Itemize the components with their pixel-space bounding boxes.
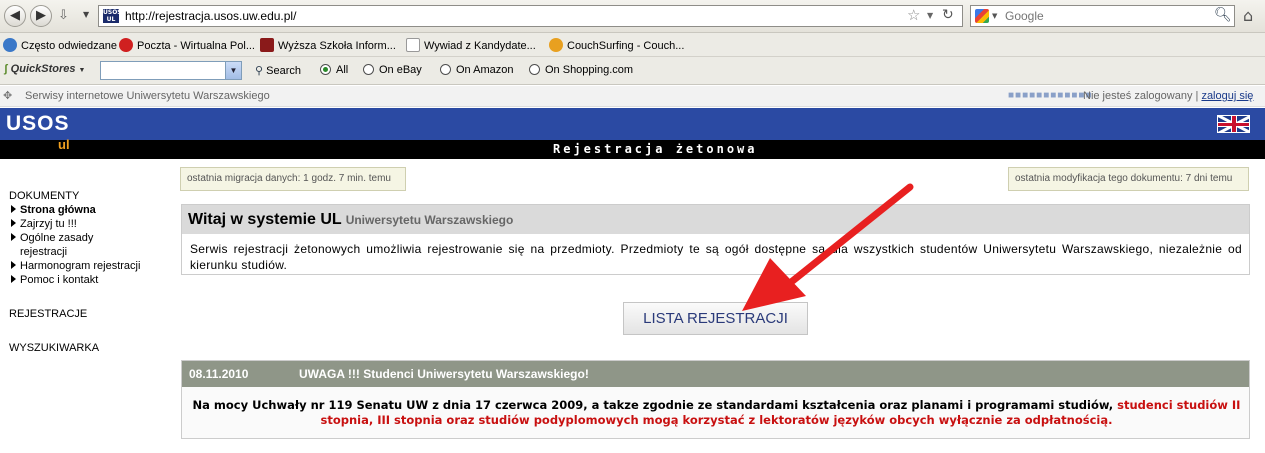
welcome-text: Serwis rejestracji żetonowych umożliwia … bbox=[190, 242, 1242, 272]
bookmark-item[interactable]: Poczta - Wirtualna Pol... bbox=[119, 38, 255, 52]
triangle-right-icon bbox=[11, 275, 16, 283]
welcome-title: Witaj w systemie UL bbox=[188, 211, 342, 228]
news-header: 08.11.2010 UWAGA !!! Studenci Uniwersyte… bbox=[182, 361, 1249, 387]
sidebar-item-help[interactable]: Pomoc i kontakt bbox=[11, 274, 98, 286]
browser-navbar: ◀ ▶ ⇩ ▼ USOS UL http://rejestracja.usos.… bbox=[0, 0, 1265, 33]
bookmark-item[interactable]: Wywiad z Kandydate... bbox=[406, 38, 536, 52]
forward-arrow-icon: ▶ bbox=[36, 8, 46, 23]
page-title: Rejestracja żetonowa bbox=[553, 142, 758, 156]
triangle-right-icon bbox=[11, 261, 16, 269]
quickstores-search-button[interactable]: ⚲ Search bbox=[255, 64, 301, 77]
welcome-subtitle: Uniwersytetu Warszawskiego bbox=[345, 213, 514, 227]
search-bar[interactable]: ▼ 🔍︎ bbox=[970, 5, 1235, 27]
service-bar: ✥ Serwisy internetowe Uniwersytetu Warsz… bbox=[0, 86, 1265, 107]
sidebar-section-documents[interactable]: DOKUMENTY bbox=[9, 190, 79, 202]
sidebar-item-general-rules-cont[interactable]: rejestracji bbox=[20, 246, 67, 258]
reload-icon[interactable]: ↻ bbox=[942, 7, 954, 23]
bookmark-item[interactable]: Często odwiedzane bbox=[3, 38, 117, 52]
search-input[interactable] bbox=[1005, 9, 1205, 23]
chevron-down-icon[interactable]: ▼ bbox=[992, 12, 997, 20]
quickstores-logo[interactable]: ʃ QuickStores ▼ bbox=[4, 63, 85, 75]
bookmark-star-icon[interactable]: ☆ bbox=[907, 6, 920, 24]
page-icon bbox=[406, 38, 420, 52]
uk-flag-icon[interactable] bbox=[1217, 115, 1250, 133]
chevron-down-icon[interactable]: ▼ bbox=[225, 62, 241, 79]
triangle-right-icon bbox=[11, 219, 16, 227]
welcome-panel: Witaj w systemie UL Uniwersytetu Warszaws… bbox=[181, 204, 1250, 275]
sidebar-item-look-here[interactable]: Zajrzyj tu !!! bbox=[11, 218, 77, 230]
radio-button[interactable] bbox=[320, 64, 331, 75]
chevron-down-icon: ▼ bbox=[78, 67, 86, 74]
migration-info: ostatnia migracja danych: 1 godz. 7 min.… bbox=[180, 167, 406, 191]
news-date: 08.11.2010 bbox=[189, 367, 249, 381]
url-text[interactable]: http://rejestracja.usos.uw.edu.pl/ bbox=[125, 9, 296, 23]
radio-button[interactable] bbox=[363, 64, 374, 75]
bookmarks-toolbar: Często odwiedzane Poczta - Wirtualna Pol… bbox=[0, 33, 1265, 57]
login-link[interactable]: zaloguj się bbox=[1201, 90, 1253, 102]
welcome-header: Witaj w systemie UL Uniwersytetu Warszaws… bbox=[182, 205, 1249, 234]
search-icon: ⚲ bbox=[255, 65, 264, 77]
sidebar-item-general-rules[interactable]: Ogólne zasady bbox=[11, 232, 93, 244]
sidebar-item-schedule[interactable]: Harmonogram rejestracji bbox=[11, 260, 140, 272]
bookmark-item[interactable]: CouchSurfing - Couch... bbox=[549, 38, 684, 52]
radio-button[interactable] bbox=[440, 64, 451, 75]
registration-list-button[interactable]: LISTA REJESTRACJI bbox=[623, 302, 808, 335]
chevron-down-icon[interactable]: ▼ bbox=[83, 10, 89, 19]
uw-eagle-icon: ✥ bbox=[3, 90, 13, 102]
usos-favicon-icon: USOS UL bbox=[103, 9, 122, 23]
modification-info: ostatnia modyfikacja tego dokumentu: 7 d… bbox=[1008, 167, 1249, 191]
bookmark-item[interactable]: Wyższa Szkoła Inform... bbox=[260, 38, 396, 52]
wit-icon bbox=[260, 38, 274, 52]
forward-button[interactable]: ▶ bbox=[30, 5, 52, 27]
history-dropdown-icon[interactable]: ⇩ bbox=[58, 8, 69, 23]
quickstores-toolbar: ʃ QuickStores ▼ ▼ ⚲ Search All On eBay On… bbox=[0, 57, 1265, 85]
title-bar: ul Rejestracja żetonowa bbox=[0, 137, 1265, 159]
triangle-right-icon bbox=[11, 233, 16, 241]
globe-icon bbox=[3, 38, 17, 52]
usos-logo[interactable]: USOS bbox=[6, 112, 70, 136]
home-icon[interactable]: ⌂ bbox=[1243, 6, 1253, 25]
quickstores-search-input[interactable]: ▼ bbox=[100, 61, 242, 80]
back-arrow-icon: ◀ bbox=[10, 8, 20, 23]
news-panel: 08.11.2010 UWAGA !!! Studenci Uniwersyte… bbox=[181, 360, 1250, 439]
sidebar-item-home[interactable]: Strona główna bbox=[11, 204, 96, 216]
sidebar-section-search[interactable]: WYSZUKIWARKA bbox=[9, 342, 99, 354]
ul-logo: ul bbox=[58, 137, 70, 152]
back-button[interactable]: ◀ bbox=[4, 5, 26, 27]
search-icon[interactable]: 🔍︎ bbox=[1214, 7, 1232, 23]
radio-ebay[interactable]: On eBay bbox=[363, 64, 422, 76]
login-status: Nie jesteś zalogowany | zaloguj się bbox=[1083, 90, 1254, 102]
radio-button[interactable] bbox=[529, 64, 540, 75]
usos-header: USOS bbox=[0, 108, 1265, 140]
google-logo-icon[interactable] bbox=[975, 9, 989, 23]
news-title: UWAGA !!! Studenci Uniwersytetu Warszaws… bbox=[299, 367, 589, 381]
triangle-right-icon bbox=[11, 205, 16, 213]
service-title[interactable]: Serwisy internetowe Uniwersytetu Warszaw… bbox=[25, 90, 270, 102]
decorative-dots: ■■■■■■■■■■■■ bbox=[1008, 90, 1093, 101]
address-bar[interactable]: USOS UL http://rejestracja.usos.uw.edu.p… bbox=[98, 5, 963, 27]
radio-all[interactable]: All bbox=[320, 64, 348, 76]
radio-amazon[interactable]: On Amazon bbox=[440, 64, 513, 76]
sidebar: DOKUMENTY Strona główna Zajrzyj tu !!! O… bbox=[0, 159, 172, 453]
sidebar-section-registrations[interactable]: REJESTRACJE bbox=[9, 308, 87, 320]
wp-poczta-icon bbox=[119, 38, 133, 52]
quickstores-swoosh-icon: ʃ bbox=[4, 63, 8, 75]
radio-shopping[interactable]: On Shopping.com bbox=[529, 64, 633, 76]
chevron-down-icon[interactable]: ▼ bbox=[927, 11, 933, 20]
couchsurfing-icon bbox=[549, 38, 563, 52]
news-text: Na mocy Uchwały nr 119 Senatu UW z dnia … bbox=[192, 398, 1241, 427]
